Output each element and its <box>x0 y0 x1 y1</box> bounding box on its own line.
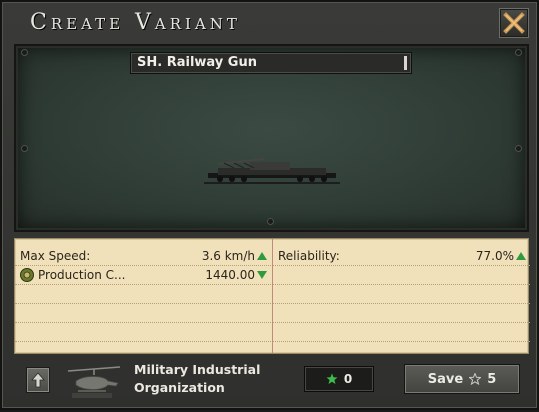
stats-column-right: Reliability: 77.0% <box>272 239 530 353</box>
rivet <box>22 50 27 55</box>
stat-row-empty <box>273 304 530 323</box>
upgrade-toggle-button[interactable] <box>26 367 50 393</box>
stat-label: Max Speed: <box>20 249 91 263</box>
rivet <box>268 219 273 224</box>
text-cursor <box>404 56 407 70</box>
unit-preview-panel: SH. Railway Gun <box>14 44 529 232</box>
stat-row-empty <box>273 266 530 285</box>
variant-name-input[interactable]: SH. Railway Gun <box>130 52 412 74</box>
rivet <box>22 146 27 151</box>
variant-name-text: SH. Railway Gun <box>137 55 257 70</box>
save-label: Save <box>427 371 464 387</box>
stat-label: Production C... <box>38 268 126 282</box>
star-icon <box>469 373 482 385</box>
footer-bar: Military Industrial Organization 0 Save … <box>2 357 539 412</box>
stat-row-reliability: Reliability: 77.0% <box>273 247 530 266</box>
stat-row-max-speed: Max Speed: 3.6 km/h <box>15 247 271 266</box>
helicopter-logo-icon <box>67 366 121 398</box>
arrow-up-icon <box>31 372 45 388</box>
experience-display: 0 <box>304 366 374 392</box>
star-icon <box>326 373 338 384</box>
stat-row-empty <box>273 285 530 304</box>
stat-label: Reliability: <box>278 249 340 263</box>
window-title: Create Variant <box>30 10 241 35</box>
organization-name: Military Industrial Organization <box>134 362 261 395</box>
close-button[interactable] <box>499 8 529 38</box>
trend-up-icon <box>257 252 267 260</box>
save-cost: 5 <box>487 371 497 387</box>
stat-row-empty <box>15 285 271 304</box>
save-button[interactable]: Save 5 <box>404 364 520 394</box>
stat-row-empty <box>273 323 530 342</box>
stat-value: 77.0% <box>475 249 514 263</box>
production-cost-icon <box>20 268 34 282</box>
trend-up-icon <box>516 252 526 260</box>
trend-down-icon <box>257 271 267 279</box>
stat-row-empty <box>15 323 271 342</box>
stat-row-production-cost: Production C... 1440.00 <box>15 266 271 285</box>
stats-panel: Max Speed: 3.6 km/h Production C... 1440… <box>14 238 530 354</box>
rivet <box>516 146 521 151</box>
stat-value: 1440.00 <box>205 268 255 282</box>
experience-value: 0 <box>343 372 353 386</box>
stat-value: 3.6 km/h <box>201 249 255 263</box>
stats-column-left: Max Speed: 3.6 km/h Production C... 1440… <box>15 239 271 353</box>
stat-row-empty <box>15 304 271 323</box>
close-icon <box>503 12 525 34</box>
rivet <box>516 50 521 55</box>
create-variant-window: Create Variant SH. Railway Gun Max Speed… <box>0 0 539 410</box>
railway-gun-icon <box>204 158 340 184</box>
